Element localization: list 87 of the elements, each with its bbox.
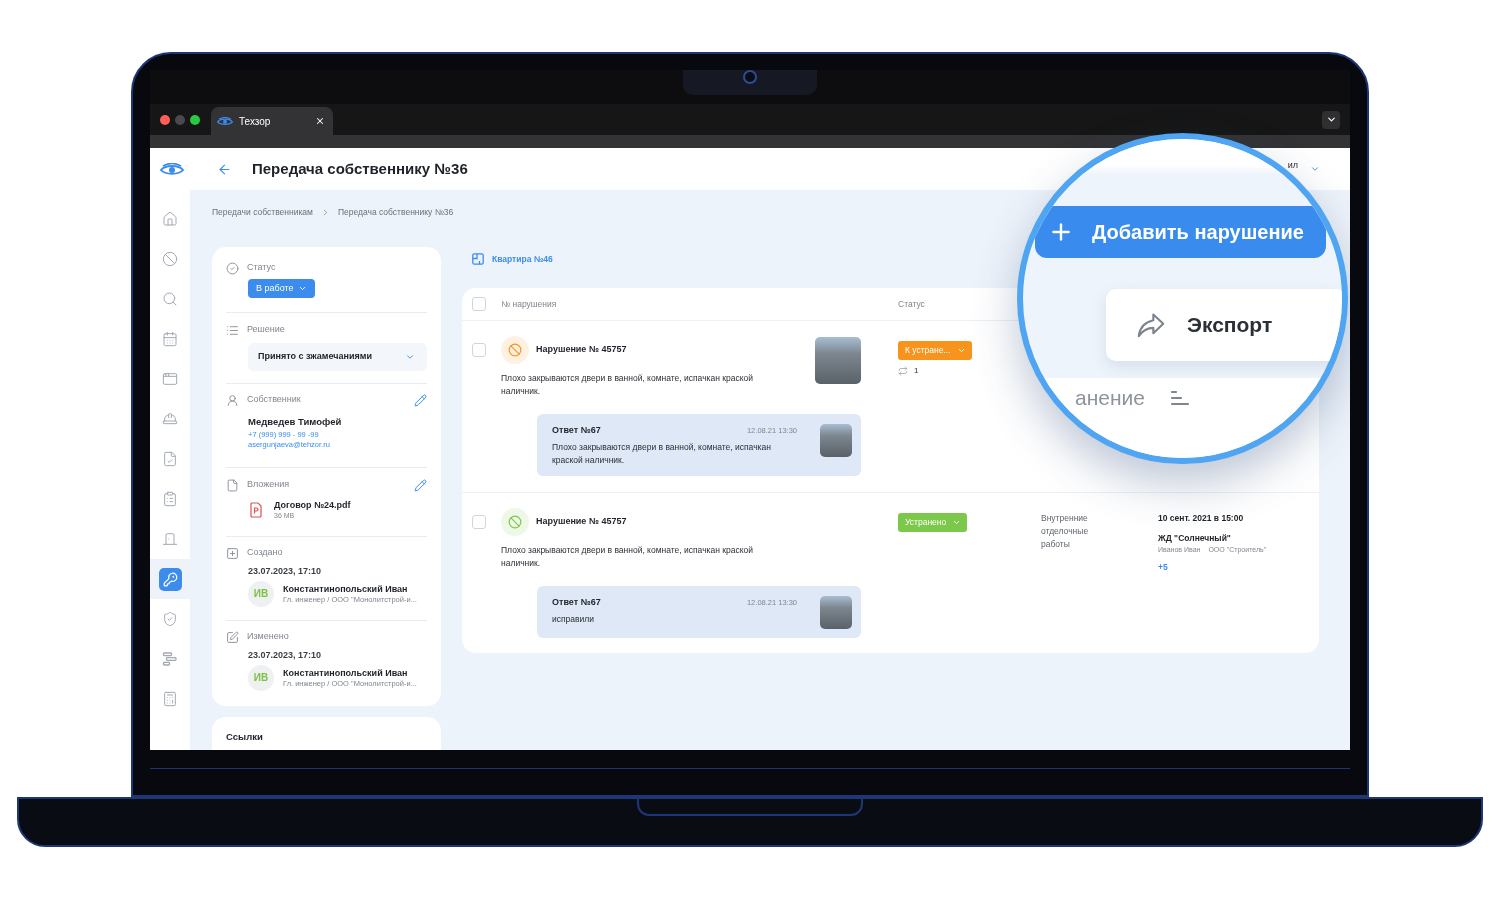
floor-plan-icon (472, 253, 484, 265)
camera-icon (743, 70, 757, 84)
window-icon (162, 371, 178, 387)
calendar-icon (162, 331, 178, 347)
gantt-chart-icon (162, 651, 178, 667)
avatar-initials: ИВ (253, 673, 269, 683)
violation-title[interactable]: Нарушение № 45757 (536, 343, 627, 357)
pdf-file-icon (250, 502, 262, 518)
door-icon (162, 531, 178, 547)
calculator-icon (162, 691, 178, 707)
chevron-down-icon (952, 518, 962, 527)
decision-select[interactable]: Принято с зжамечаниями (248, 343, 427, 371)
checkbox[interactable] (472, 515, 486, 529)
square-pen-icon (226, 630, 239, 644)
work-category: Внутренние отделочные работы (1041, 512, 1090, 551)
page-title: Передача собственнику №36 (252, 158, 468, 179)
more-count[interactable]: +5 (1158, 561, 1168, 573)
clipboard-icon (162, 491, 178, 507)
links-title: Ссылки (226, 731, 263, 743)
shield-check-icon (162, 611, 178, 627)
file-icon (226, 478, 239, 492)
search-icon (162, 291, 178, 307)
column-header: анение (1075, 385, 1145, 411)
ban-icon (501, 336, 529, 364)
repeat-icon (898, 366, 908, 376)
section-label: Вложения (247, 478, 290, 492)
user-icon (226, 393, 239, 407)
file-check-icon (162, 451, 178, 467)
chevron-down-icon (1325, 114, 1337, 125)
modified-date: 23.07.2023, 17:10 (248, 649, 323, 662)
eye-logo-icon[interactable] (160, 162, 184, 176)
sidebar-nav-item[interactable] (150, 559, 190, 599)
status-dropdown[interactable]: В работе (248, 279, 315, 298)
user-name: Константинопольский Иван (283, 583, 409, 595)
square-plus-icon (226, 546, 239, 560)
reply-title: Ответ №67 (552, 596, 601, 610)
repeat-count: 1 (914, 365, 919, 377)
breadcrumb-link[interactable]: Передача собственнику №36 (337, 205, 454, 219)
due-date: 10 сент. 2021 в 15:00 (1158, 512, 1245, 524)
export-button[interactable]: Экспорт (1106, 289, 1342, 361)
eye-logo-icon (217, 116, 233, 126)
chevron-down-icon (297, 284, 307, 293)
checkbox[interactable] (472, 343, 486, 357)
object-name: ЖД "Солнечный" (1158, 532, 1232, 544)
apartment-link[interactable]: Квартира №46 (492, 252, 553, 266)
add-violation-button[interactable]: Добавить нарушение (1035, 206, 1326, 258)
share-arrow-icon (1137, 312, 1165, 338)
column-header: Статус (898, 297, 925, 311)
hard-hat-icon (162, 411, 178, 427)
violation-description: Плохо закрываются двери в ванной, комнате, испачкан краской наличник. (501, 372, 754, 398)
edit-icon[interactable] (414, 393, 427, 407)
violation-title[interactable]: Нарушение № 45757 (536, 515, 627, 529)
column-header: № нарушения (501, 297, 558, 311)
window-close-button[interactable] (160, 114, 170, 125)
key-icon (158, 567, 182, 591)
reply-title: Ответ №67 (552, 424, 601, 438)
tab-list-button[interactable] (1322, 110, 1340, 129)
browser-tab[interactable]: Техзор (211, 107, 333, 135)
chevron-down-icon (956, 346, 966, 355)
user-name: Константинопольский Иван (283, 667, 409, 679)
created-date: 23.07.2023, 17:10 (248, 565, 323, 578)
edit-icon[interactable] (414, 478, 427, 492)
section-label: Создано (247, 546, 283, 560)
list-icon (226, 323, 239, 337)
breadcrumb-link[interactable]: Передачи собственникам (212, 205, 313, 219)
avatar-initials: ИВ (253, 589, 269, 599)
house-icon (162, 211, 178, 227)
window-zoom-button[interactable] (190, 114, 200, 125)
window-minimize-button[interactable] (175, 114, 185, 125)
ban-icon (501, 508, 529, 536)
reply-text: исправили (552, 613, 596, 626)
ban-icon (162, 251, 178, 267)
close-icon[interactable] (315, 116, 325, 126)
owner-name: Медведев Тимофей (248, 415, 343, 428)
chevron-down-icon (405, 352, 415, 362)
section-label: Статус (247, 261, 276, 275)
file-name[interactable]: Договор №24.pdf (274, 499, 351, 511)
violation-description: Плохо закрываются двери в ванной, комнате, испачкан краской наличник. (501, 544, 754, 570)
check-circle-icon (226, 261, 239, 275)
sort-icon[interactable] (1169, 390, 1190, 406)
section-label: Решение (247, 323, 285, 337)
checkbox[interactable] (472, 297, 486, 311)
chevron-down-icon[interactable] (1310, 164, 1320, 174)
user-name[interactable]: ил (1287, 159, 1298, 171)
section-label: Изменено (247, 630, 289, 644)
reply-text: Плохо закрываются двери в ванной, комнате, испачкан краской наличник. (552, 441, 772, 467)
section-label: Собственник (247, 393, 301, 407)
